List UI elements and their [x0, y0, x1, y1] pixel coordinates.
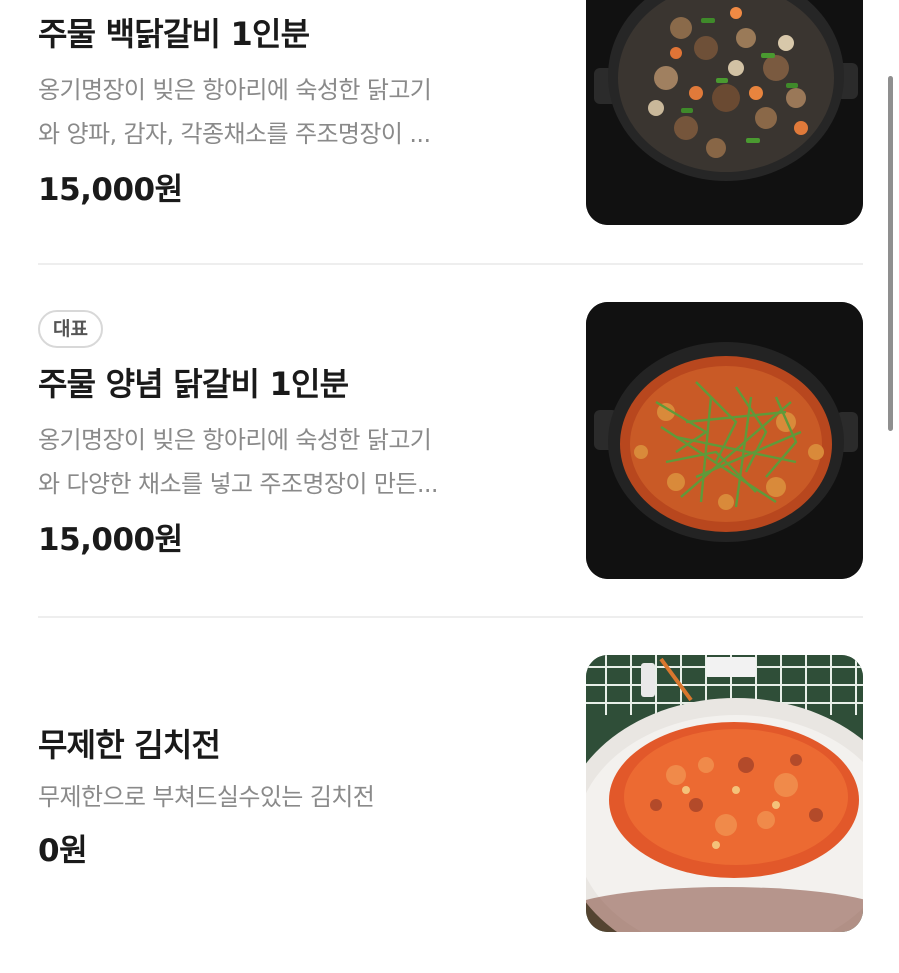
menu-item-description: 옹기명장이 빚은 항아리에 숙성한 닭고기 와 다양한 채소를 넣고 주조명장이…: [38, 418, 548, 506]
menu-item-description: 옹기명장이 빚은 항아리에 숙성한 닭고기 와 양파, 감자, 각종채소를 주조…: [38, 68, 548, 156]
description-line: 옹기명장이 빚은 항아리에 숙성한 닭고기: [38, 426, 432, 454]
spicy-dakgalbi-pan-image: [586, 302, 863, 579]
menu-item-text: 주물 백닭갈비 1인분 옹기명장이 빚은 항아리에 숙성한 닭고기 와 양파, …: [38, 12, 548, 210]
description-line: 옹기명장이 빚은 항아리에 숙성한 닭고기: [38, 76, 432, 104]
white-dakgalbi-pan-image: [586, 0, 863, 225]
menu-item-text: 대표 주물 양념 닭갈비 1인분 옹기명장이 빚은 항아리에 숙성한 닭고기 와…: [38, 310, 548, 560]
menu-item-spicy-dakgalbi[interactable]: 대표 주물 양념 닭갈비 1인분 옹기명장이 빚은 항아리에 숙성한 닭고기 와…: [38, 302, 863, 579]
description-line: 와 양파, 감자, 각종채소를 주조명장이 ...: [38, 120, 431, 148]
menu-item-price: 15,000원: [38, 172, 183, 208]
menu-item-name: 주물 양념 닭갈비 1인분: [38, 365, 349, 403]
spicy-dakgalbi-pan-photo[interactable]: [586, 302, 863, 579]
menu-item-text: 무제한 김치전 무제한으로 부쳐드실수있는 김치전 0원: [38, 723, 548, 871]
divider: [38, 616, 863, 618]
kimchi-pancake-image: [586, 655, 863, 932]
menu-list-page: 주물 백닭갈비 1인분 옹기명장이 빚은 항아리에 숙성한 닭고기 와 양파, …: [0, 0, 899, 973]
signature-badge: 대표: [38, 310, 103, 348]
menu-item-price: 0원: [38, 833, 88, 869]
menu-item-price: 15,000원: [38, 522, 183, 558]
menu-item-description: 무제한으로 부쳐드실수있는 김치전: [38, 775, 548, 819]
description-line: 와 다양한 채소를 넣고 주조명장이 만든...: [38, 470, 439, 498]
white-dakgalbi-pan-photo[interactable]: [586, 0, 863, 225]
menu-item-name: 주물 백닭갈비 1인분: [38, 15, 310, 53]
description-line: 무제한으로 부쳐드실수있는 김치전: [38, 783, 375, 811]
divider: [38, 263, 863, 265]
menu-item-white-dakgalbi[interactable]: 주물 백닭갈비 1인분 옹기명장이 빚은 항아리에 숙성한 닭고기 와 양파, …: [38, 0, 863, 225]
kimchi-pancake-photo[interactable]: [586, 655, 863, 932]
menu-item-name: 무제한 김치전: [38, 726, 221, 764]
menu-item-kimchi-pancake[interactable]: 무제한 김치전 무제한으로 부쳐드실수있는 김치전 0원: [38, 655, 863, 932]
vertical-scrollbar[interactable]: [888, 76, 893, 431]
